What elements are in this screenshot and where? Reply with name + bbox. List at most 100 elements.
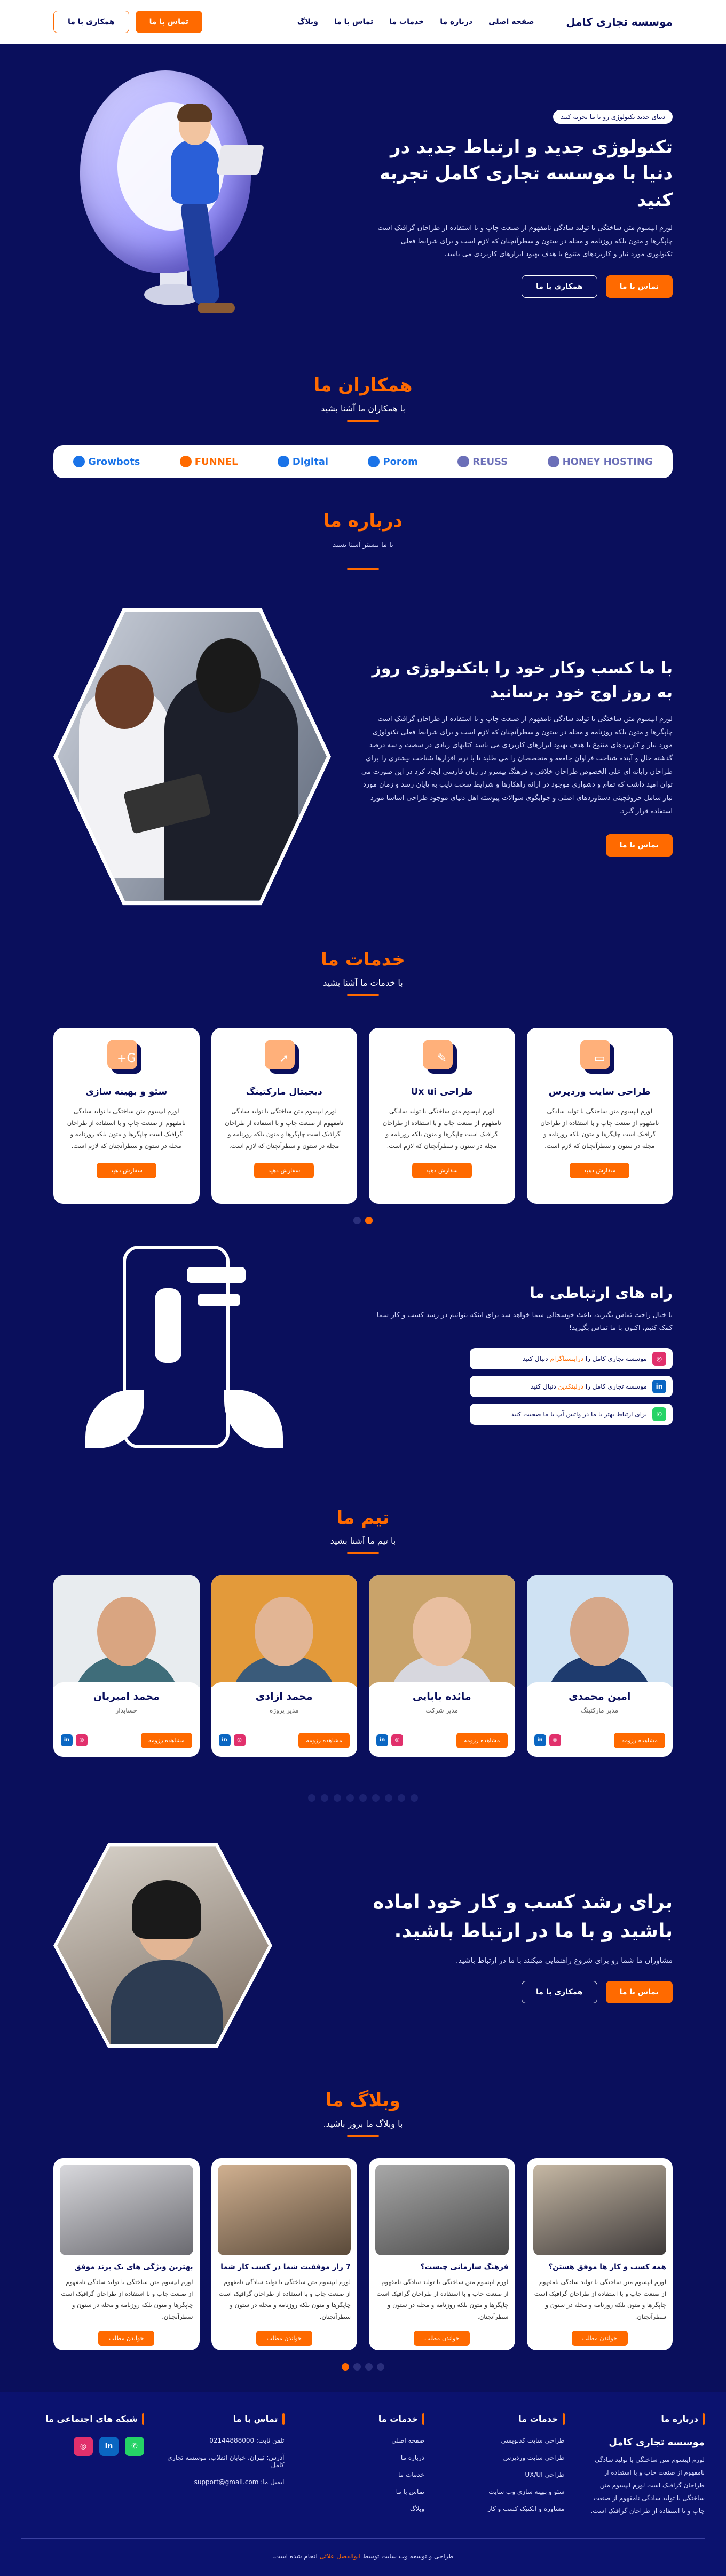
read-more-button[interactable]: خواندن مطلب [571,2331,628,2347]
blog-card: 7 راز موفقیت شما در کسب کار شما لورم ایپس… [211,2158,357,2350]
hero-coop-button[interactable]: همکاری با ما [522,275,597,298]
header-coop-button[interactable]: همکاری با ما [53,11,129,33]
footer-nav-link[interactable]: تماس با ما [302,2488,424,2495]
footer-phone[interactable]: تلفن ثابت: 02144888000 [162,2437,284,2444]
service-card: ✎ طراحی Ux ui لورم ایپسوم متن ساختگی با تو… [369,1027,515,1204]
partner-logo[interactable]: Porom [368,456,418,467]
partners-section: همکاران ما با همکاران ما آشنا بشید Growb… [0,343,726,478]
linkedin-icon[interactable]: in [534,1734,546,1747]
partner-logo[interactable]: REUSS [457,456,508,467]
nav-services[interactable]: خدمات ما [389,18,424,26]
pager-dot[interactable] [398,1794,405,1802]
pager-dot[interactable] [385,1794,392,1802]
cta-coop-button[interactable]: همکاری با ما [522,1980,597,2003]
linkedin-icon[interactable]: in [376,1734,388,1747]
order-button[interactable]: سفارش دهید [412,1163,472,1179]
header-contact-button[interactable]: تماس با ما [135,11,202,33]
linkedin-icon[interactable]: in [61,1734,73,1747]
pager-dot[interactable] [353,2363,361,2371]
order-button[interactable]: سفارش دهید [96,1163,156,1179]
whatsapp-icon[interactable]: ✆ [125,2436,144,2456]
linkedin-icon[interactable]: in [218,1734,231,1747]
service-icon-glyph: G+ [117,1052,136,1066]
nav-contact[interactable]: تماس با ما [334,18,373,26]
blog-section: وبلاگ ما با وبلاگ ما بروز باشید. همه کسب… [0,2058,726,2371]
order-button[interactable]: سفارش دهید [570,1163,630,1179]
pager-dot[interactable] [353,1216,361,1224]
contact-link-text: موسسه تجاری کامل را دراینستاگرام دنبال ک… [523,1355,647,1362]
cta-section: برای رشد کسب و کار خود اماده باشید و با … [0,1834,726,2058]
order-button[interactable]: سفارش دهید [254,1163,314,1179]
read-more-button[interactable]: خواندن مطلب [98,2331,155,2347]
contact-link-suffix: دنبال کنید [522,1354,548,1362]
pager-dot[interactable] [342,2363,349,2371]
contact-link[interactable]: in موسسه تجاری کامل را درلینکدین دنبال کن… [470,1375,673,1397]
pager-dot[interactable] [377,2363,384,2371]
footer-service-link[interactable]: مشاوره و اتکتیک کسب و کار [442,2505,565,2512]
view-resume-button[interactable]: مشاهده رزومه [298,1732,350,1748]
instagram-icon[interactable]: ◎ [549,1734,561,1747]
team-member-role: مدیر پروژه [270,1706,299,1714]
footer-nav-link[interactable]: صفحه اصلی [302,2437,424,2444]
pager-dot[interactable] [359,1794,367,1802]
pager-dot[interactable] [334,1794,341,1802]
about-contact-button[interactable]: تماس با ما [605,834,673,857]
contact-link-highlight[interactable]: دراینستاگرام [550,1355,583,1362]
service-description: لورم ایپسوم متن ساختگی با تولید سادگی نا… [225,1107,344,1150]
contact-link[interactable]: ✆ برای ارتباط بهتر با ما در واتس آپ با ما… [470,1403,673,1425]
designer-link[interactable]: ابوالفضل علائی [320,2553,361,2560]
contact-link-suffix: دنبال کنید [530,1382,556,1390]
instagram-icon[interactable]: ◎ [74,2436,93,2456]
blog-post-title[interactable]: فرهنگ سازمانی چیست؟ [375,2263,509,2271]
nav-blog[interactable]: وبلاگ [297,18,318,26]
partner-logo[interactable]: Growbots [73,456,140,467]
team-info: محمد ازادی مدیر پروژه [211,1682,357,1714]
partner-logo[interactable]: HONEY HOSTING [547,456,653,467]
read-more-button[interactable]: خواندن مطلب [256,2331,312,2347]
footer-service-link[interactable]: طراحی UX/UI [442,2471,564,2478]
team-member-role: مدیر مارکتینگ [581,1706,619,1714]
brand-logo[interactable]: موسسه تجاری کامل [566,15,673,28]
instagram-icon[interactable]: ◎ [233,1734,246,1747]
team-member-name: امین محمدی [569,1690,631,1702]
blog-post-title[interactable]: 7 راز موفقیت شما در کسب کار شما [218,2263,351,2271]
partner-logo-icon [368,456,380,467]
pager-dot[interactable] [308,1794,315,1802]
pager-dot[interactable] [321,1794,328,1802]
blog-post-title[interactable]: همه کسب و کار ها موفق هستن؟ [533,2263,666,2271]
footer-email[interactable]: ایمیل ما: support@gmail.com [162,2478,285,2486]
view-resume-button[interactable]: مشاهده رزومه [456,1732,508,1748]
nav-home[interactable]: صفحه اصلی [488,18,534,26]
pager-dot[interactable] [411,1794,418,1802]
footer-about-text: لورم ایپسوم متن ساختگی با تولید سادگی نا… [590,2455,705,2515]
view-resume-button[interactable]: مشاهده رزومه [614,1732,665,1748]
instagram-icon[interactable]: ◎ [391,1734,403,1747]
nav-about[interactable]: درباره ما [440,18,472,26]
footer-nav-link[interactable]: وبلاگ [302,2505,424,2512]
hero-contact-button[interactable]: تماس با ما [605,275,673,298]
blog-post-title[interactable]: بهترین ویژگی های یک برند موفق [60,2263,193,2271]
pager-dot[interactable] [365,2363,373,2371]
cta-contact-button[interactable]: تماس با ما [605,1980,673,2003]
footer-nav-link[interactable]: خدمات ما [302,2471,424,2478]
instagram-icon[interactable]: ◎ [76,1734,88,1747]
view-resume-button[interactable]: مشاهده رزومه [140,1732,192,1748]
service-card: ➚ دیجیتال مارکتینگ لورم ایپسوم متن ساختگی … [211,1027,357,1204]
footer-service-link[interactable]: طراحی سایت وردپرس [442,2454,565,2461]
pager-dot[interactable] [346,1794,354,1802]
partner-logo-name: Growbots [88,456,140,467]
footer-service-link[interactable]: طراحی سایت کدنویسی [442,2437,565,2444]
footer-nav-link[interactable]: درباره ما [302,2454,424,2461]
partner-logo[interactable]: Digital [277,456,328,467]
pager-dot-active[interactable] [365,1216,373,1224]
blog-card: همه کسب و کار ها موفق هستن؟ لورم ایپسوم م… [526,2158,673,2350]
rocket-icon: ➚ [265,1039,299,1074]
blog-post-excerpt: لورم ایپسوم متن ساختگی با تولید سادگی نا… [376,2278,509,2321]
linkedin-icon[interactable]: in [99,2436,119,2456]
read-more-button[interactable]: خواندن مطلب [414,2331,470,2347]
pager-dot[interactable] [372,1794,380,1802]
contact-link-highlight[interactable]: درلینکدین [558,1383,583,1390]
contact-link[interactable]: ◎ موسسه تجاری کامل را دراینستاگرام دنبال … [470,1348,673,1369]
partner-logo[interactable]: FUNNEL [179,456,238,467]
footer-service-link[interactable]: سئو و بهینه سازی وب سایت [442,2488,564,2495]
